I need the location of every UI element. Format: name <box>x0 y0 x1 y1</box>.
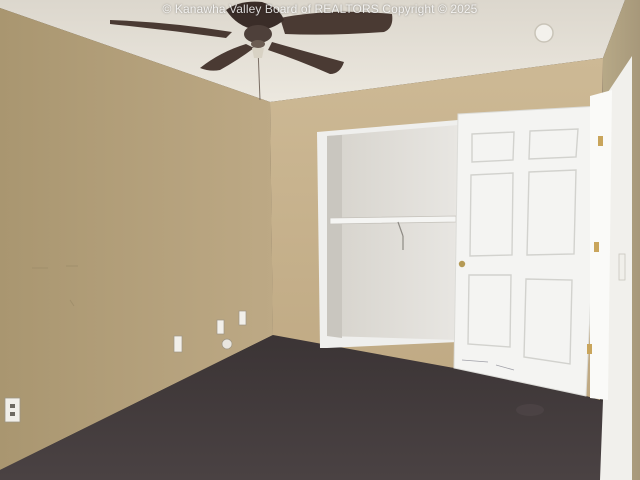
copyright-watermark: © Kanawha Valley Board of REALTORS Copyr… <box>162 2 478 16</box>
wall-outlet-icon <box>4 397 21 423</box>
closet-door-icon <box>453 105 601 397</box>
closet-interior <box>327 125 458 340</box>
room-illustration <box>0 0 640 480</box>
ceiling-light-icon <box>534 23 554 43</box>
room-photo: © Kanawha Valley Board of REALTORS Copyr… <box>0 0 640 480</box>
door-knob-icon <box>458 260 466 268</box>
door-hinge-icon <box>598 136 603 146</box>
light-switch-icon <box>618 253 626 281</box>
